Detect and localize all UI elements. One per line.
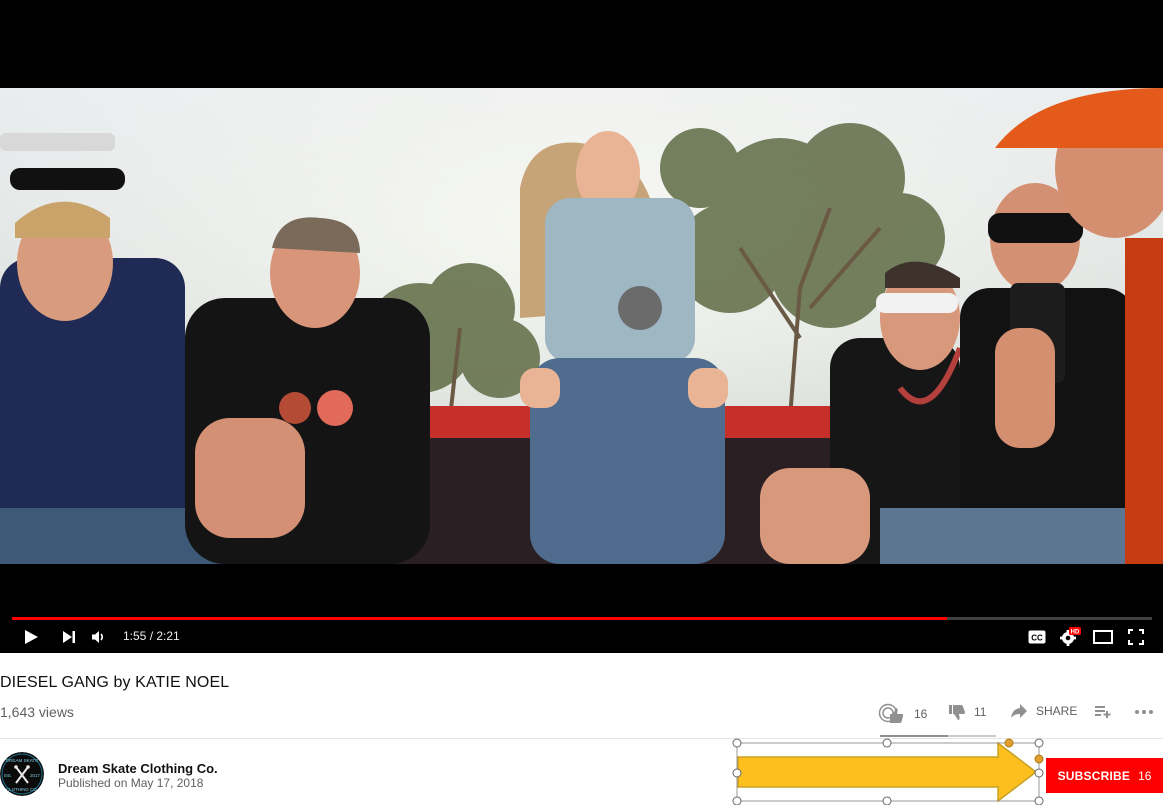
dislike-button[interactable]: 11 — [948, 703, 986, 721]
svg-text:DREAM SKATE: DREAM SKATE — [6, 758, 39, 763]
channel-logo: DREAM SKATE Est. 2017 CLOTHING CO. — [0, 752, 44, 796]
share-button[interactable]: SHARE — [1010, 703, 1077, 719]
add-to-playlist-button[interactable] — [1094, 703, 1120, 719]
channel-name[interactable]: Dream Skate Clothing Co. — [58, 761, 218, 776]
fullscreen-button[interactable] — [1125, 626, 1147, 648]
resize-handle-sw[interactable] — [732, 796, 742, 805]
like-count: 16 — [914, 707, 928, 721]
resize-handle-ne[interactable] — [1034, 738, 1044, 748]
svg-text:HD: HD — [1071, 629, 1080, 635]
more-actions-button[interactable] — [1134, 703, 1162, 719]
video-still-image — [0, 88, 1163, 564]
share-icon — [1011, 704, 1027, 718]
arrow-annotation[interactable] — [730, 737, 1046, 805]
theater-mode-icon — [1093, 630, 1113, 644]
svg-text:CLOTHING CO.: CLOTHING CO. — [6, 787, 38, 792]
more-horizontal-icon — [1135, 710, 1153, 714]
next-button[interactable] — [58, 626, 80, 648]
next-icon — [63, 631, 75, 643]
resize-handle-e[interactable] — [1034, 768, 1044, 778]
play-button[interactable] — [20, 626, 42, 648]
subscriber-count: 16 — [1138, 768, 1152, 783]
resize-handle-w[interactable] — [732, 768, 742, 778]
fullscreen-icon — [1128, 629, 1144, 645]
adjust-handle-shaft[interactable] — [1034, 754, 1044, 764]
thumbs-up-icon — [878, 703, 904, 723]
volume-icon — [92, 631, 104, 643]
video-player[interactable]: 1:55 / 2:21 CC HD — [0, 0, 1163, 653]
like-button[interactable]: 16 — [878, 703, 927, 725]
cc-icon: CC — [1028, 630, 1046, 644]
resize-handle-n[interactable] — [882, 738, 892, 748]
dislike-count: 11 — [974, 705, 987, 719]
video-frame[interactable] — [0, 88, 1163, 564]
time-display: 1:55 / 2:21 — [123, 629, 180, 643]
svg-text:CC: CC — [1031, 634, 1043, 643]
publish-date: Published on May 17, 2018 — [58, 776, 204, 790]
volume-button[interactable] — [88, 626, 110, 648]
captions-button[interactable]: CC — [1026, 626, 1048, 648]
share-label: SHARE — [1036, 704, 1078, 718]
resize-handle-s[interactable] — [882, 796, 892, 805]
video-title: DIESEL GANG by KATIE NOEL — [0, 674, 230, 691]
settings-button[interactable]: HD — [1059, 626, 1081, 648]
resize-handle-se[interactable] — [1034, 796, 1044, 805]
subscribe-label: SUBSCRIBE — [1057, 768, 1131, 783]
view-count: 1,643 views — [0, 704, 74, 720]
play-icon — [25, 630, 38, 644]
right-arrow-icon — [737, 741, 1038, 803]
svg-text:2017: 2017 — [30, 773, 40, 778]
svg-text:Est.: Est. — [4, 773, 12, 778]
player-controls: 1:55 / 2:21 CC HD — [0, 620, 1163, 653]
subscribe-button[interactable]: SUBSCRIBE 16 — [1046, 758, 1163, 793]
adjust-handle-head[interactable] — [1004, 738, 1014, 748]
playlist-add-icon — [1095, 706, 1111, 718]
thumbs-down-icon — [949, 705, 966, 720]
channel-avatar[interactable]: DREAM SKATE Est. 2017 CLOTHING CO. — [0, 752, 44, 796]
theater-mode-button[interactable] — [1092, 626, 1114, 648]
resize-handle-nw[interactable] — [732, 738, 742, 748]
gear-hd-icon: HD — [1060, 627, 1081, 646]
